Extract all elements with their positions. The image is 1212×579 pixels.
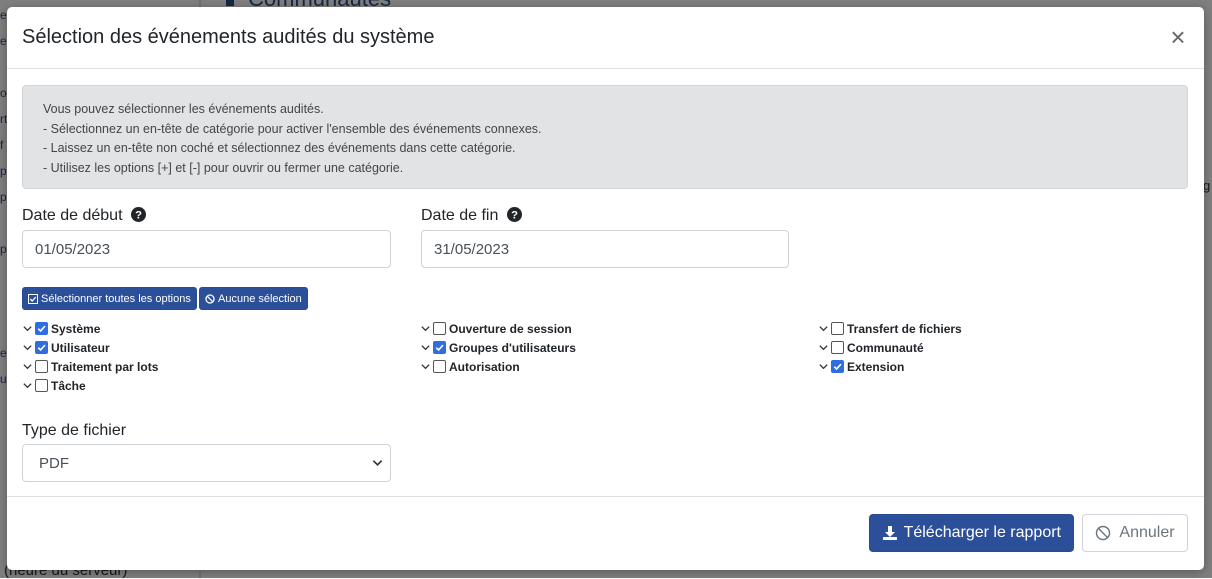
- category-label: Utilisateur: [51, 340, 110, 355]
- info-line: - Sélectionnez un en-tête de catégorie p…: [43, 121, 542, 136]
- category-label: Traitement par lots: [51, 359, 159, 374]
- category-item[interactable]: Utilisateur: [22, 339, 110, 356]
- check-icon: [37, 325, 46, 333]
- check-icon: [37, 344, 46, 352]
- category-checkbox[interactable]: [35, 322, 48, 335]
- category-checkbox[interactable]: [35, 379, 48, 392]
- category-label: Tâche: [51, 378, 86, 393]
- info-line: - Utilisez les options [+] et [-] pour o…: [43, 160, 404, 175]
- category-checkbox[interactable]: [831, 322, 844, 335]
- chevron-down-icon[interactable]: [22, 361, 33, 372]
- category-checkbox[interactable]: [433, 322, 446, 335]
- checkbox-icon: [28, 293, 38, 304]
- check-icon: [435, 344, 444, 352]
- audit-events-modal: Sélection des événements audités du syst…: [7, 7, 1204, 570]
- category-item[interactable]: Système: [22, 320, 100, 337]
- download-report-button[interactable]: Télécharger le rapport: [868, 514, 1074, 552]
- category-checkbox[interactable]: [831, 360, 844, 373]
- category-label: Communauté: [847, 340, 924, 355]
- file-type-select[interactable]: PDF: [22, 444, 391, 482]
- category-checkbox[interactable]: [433, 360, 446, 373]
- chevron-down-icon[interactable]: [420, 323, 431, 334]
- category-item[interactable]: Extension: [818, 358, 904, 375]
- close-button[interactable]: ×: [1166, 24, 1190, 50]
- help-icon[interactable]: ?: [506, 207, 522, 222]
- category-label: Système: [51, 321, 101, 336]
- start-date-input[interactable]: [22, 230, 391, 268]
- category-checkbox[interactable]: [35, 360, 48, 373]
- category-label: Groupes d'utilisateurs: [449, 340, 576, 355]
- start-date-label-text: Date de début: [22, 207, 123, 224]
- chevron-down-icon[interactable]: [420, 342, 431, 353]
- file-type-label: Type de fichier: [22, 422, 127, 439]
- category-label: Extension: [847, 359, 905, 374]
- chevron-down-icon[interactable]: [22, 342, 33, 353]
- svg-text:?: ?: [135, 210, 142, 222]
- modal-header: Sélection des événements audités du syst…: [7, 7, 1204, 69]
- chevron-down-icon[interactable]: [22, 323, 33, 334]
- select-none-label: Aucune sélection: [218, 292, 302, 305]
- chevron-down-icon[interactable]: [420, 361, 431, 372]
- chevron-down-icon[interactable]: [818, 361, 829, 372]
- info-line: - Laissez un en-tête non coché et sélect…: [43, 141, 516, 155]
- category-item[interactable]: Autorisation: [420, 358, 520, 375]
- category-checkbox[interactable]: [831, 341, 844, 354]
- chevron-down-icon[interactable]: [818, 323, 829, 334]
- help-icon[interactable]: ?: [130, 207, 146, 222]
- modal-footer: Télécharger le rapport Annuler: [7, 496, 1204, 570]
- select-all-label: Sélectionner toutes les options: [41, 292, 191, 305]
- file-type-value: PDF: [39, 454, 69, 472]
- start-date-label: Date de début ?: [22, 207, 146, 225]
- end-date-label-text: Date de fin: [421, 207, 499, 224]
- ban-icon: [1096, 525, 1111, 541]
- ban-icon: [205, 293, 215, 304]
- category-checkbox[interactable]: [433, 341, 446, 354]
- check-icon: [833, 363, 842, 371]
- category-item[interactable]: Communauté: [818, 339, 924, 356]
- info-alert: Vous pouvez sélectionner les événements …: [22, 85, 1188, 189]
- category-item[interactable]: Ouverture de session: [420, 320, 572, 337]
- download-report-label: Télécharger le rapport: [903, 524, 1061, 541]
- category-item[interactable]: Tâche: [22, 377, 86, 394]
- select-all-button[interactable]: Sélectionner toutes les options: [22, 287, 197, 310]
- category-item[interactable]: Transfert de fichiers: [818, 320, 962, 337]
- end-date-label: Date de fin ?: [421, 207, 522, 225]
- category-label: Transfert de fichiers: [847, 321, 962, 336]
- cancel-label: Annuler: [1119, 524, 1175, 541]
- category-item[interactable]: Groupes d'utilisateurs: [420, 339, 576, 356]
- category-label: Autorisation: [449, 359, 520, 374]
- category-checkbox[interactable]: [35, 341, 48, 354]
- modal-title: Sélection des événements audités du syst…: [22, 26, 435, 48]
- category-item[interactable]: Traitement par lots: [22, 358, 158, 375]
- category-label: Ouverture de session: [449, 321, 572, 336]
- select-none-button[interactable]: Aucune sélection: [199, 287, 308, 310]
- svg-text:?: ?: [511, 210, 518, 222]
- chevron-down-icon: [372, 460, 383, 467]
- info-line: Vous pouvez sélectionner les événements …: [43, 102, 324, 116]
- end-date-input[interactable]: [421, 230, 789, 268]
- chevron-down-icon[interactable]: [22, 380, 33, 391]
- download-icon: [882, 526, 897, 540]
- chevron-down-icon[interactable]: [818, 342, 829, 353]
- cancel-button[interactable]: Annuler: [1082, 514, 1188, 552]
